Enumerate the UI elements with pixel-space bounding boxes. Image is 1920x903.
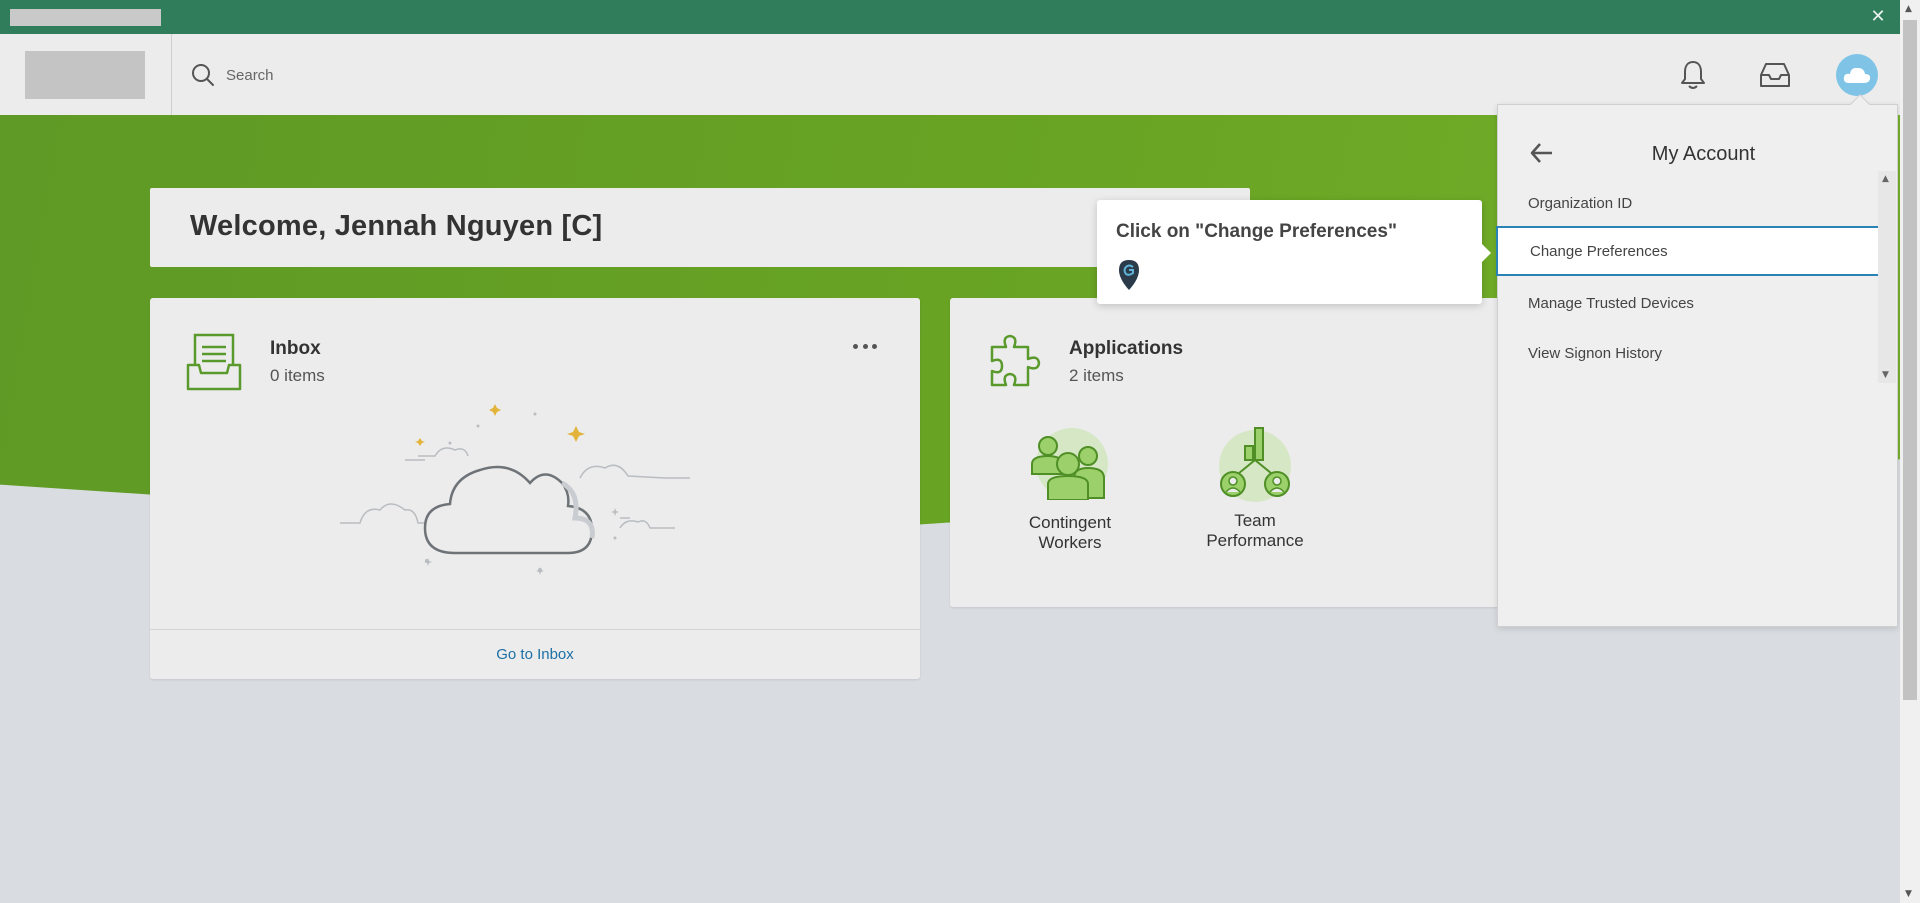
empty-inbox-cloud-illustration <box>340 404 690 575</box>
applications-count: 2 items <box>1069 366 1124 385</box>
app-label-line: Performance <box>1206 531 1304 550</box>
app-tile-team-performance[interactable]: Team Performance <box>1190 426 1320 551</box>
inbox-document-icon <box>186 333 242 391</box>
menu-item-organization-id[interactable]: Organization ID <box>1498 178 1883 228</box>
applications-card: Applications 2 items Contingent Workers <box>950 298 1510 607</box>
window-close-button[interactable]: ✕ <box>1866 5 1890 29</box>
inbox-card: Inbox 0 items Go to Inbox <box>150 298 920 679</box>
menu-item-manage-trusted-devices[interactable]: Manage Trusted Devices <box>1498 278 1883 328</box>
inbox-footer: Go to Inbox <box>150 629 920 679</box>
guidance-tooltip: Click on "Change Preferences" <box>1097 200 1491 304</box>
search-input[interactable] <box>226 60 626 90</box>
notifications-button[interactable] <box>1672 54 1714 96</box>
scroll-down-arrow-icon[interactable]: ▼ <box>1882 370 1889 380</box>
app-label: Contingent Workers <box>1005 513 1135 553</box>
inbox-tray-icon <box>1760 63 1790 87</box>
welcome-banner: Welcome, Jennah Nguyen [C] <box>150 188 1250 267</box>
menu-item-view-signon-history[interactable]: View Signon History <box>1498 328 1883 378</box>
bell-icon <box>1681 61 1705 89</box>
menu-item-change-preferences[interactable]: Change Preferences <box>1496 226 1885 276</box>
menu-scrollbar[interactable]: ▲ ▼ <box>1878 171 1896 383</box>
search-icon[interactable] <box>190 62 216 88</box>
go-to-inbox-link[interactable]: Go to Inbox <box>496 646 574 663</box>
app-tile-contingent-workers[interactable]: Contingent Workers <box>1005 428 1135 553</box>
inbox-count: 0 items <box>270 366 325 385</box>
inbox-title: Inbox <box>270 338 321 359</box>
dot-icon <box>872 343 877 349</box>
inbox-more-options-button[interactable] <box>850 336 880 356</box>
tooltip-instruction: Click on "Change Preferences" <box>1116 221 1397 242</box>
dot-icon <box>862 343 868 349</box>
applications-title: Applications <box>1069 338 1184 359</box>
page-scrollbar[interactable]: ▲ ▼ <box>1900 0 1920 903</box>
dot-icon <box>853 343 858 349</box>
app-label-line: Team <box>1234 511 1276 530</box>
welcome-heading: Welcome, Jennah Nguyen [C] <box>190 210 603 242</box>
app-label: Team Performance <box>1190 511 1320 551</box>
team-performance-icon <box>1219 427 1291 502</box>
scrollbar-thumb[interactable] <box>1903 20 1917 700</box>
header-divider <box>171 34 172 115</box>
profile-avatar-button[interactable] <box>1836 54 1878 96</box>
company-logo[interactable] <box>25 51 145 99</box>
window-title-bar: ✕ <box>0 0 1920 34</box>
scroll-down-arrow-icon[interactable]: ▼ <box>1905 889 1912 899</box>
app-label-line: Contingent <box>1028 513 1112 532</box>
tooltip-arrow <box>1482 244 1491 262</box>
cloud-avatar-icon <box>1843 67 1871 83</box>
app-header <box>0 34 1900 115</box>
scroll-up-arrow-icon[interactable]: ▲ <box>1882 174 1889 184</box>
my-account-menu: My Account Organization ID Change Prefer… <box>1496 94 1898 627</box>
puzzle-piece-icon <box>990 334 1041 387</box>
menu-title: My Account <box>1651 143 1756 165</box>
window-title-redacted <box>10 9 161 26</box>
app-label-line: Workers <box>1038 533 1102 552</box>
scroll-up-arrow-icon[interactable]: ▲ <box>1905 4 1912 14</box>
contingent-workers-icon <box>1031 428 1108 501</box>
my-tasks-inbox-button[interactable] <box>1754 54 1796 96</box>
guide-pin-icon <box>1119 260 1139 290</box>
